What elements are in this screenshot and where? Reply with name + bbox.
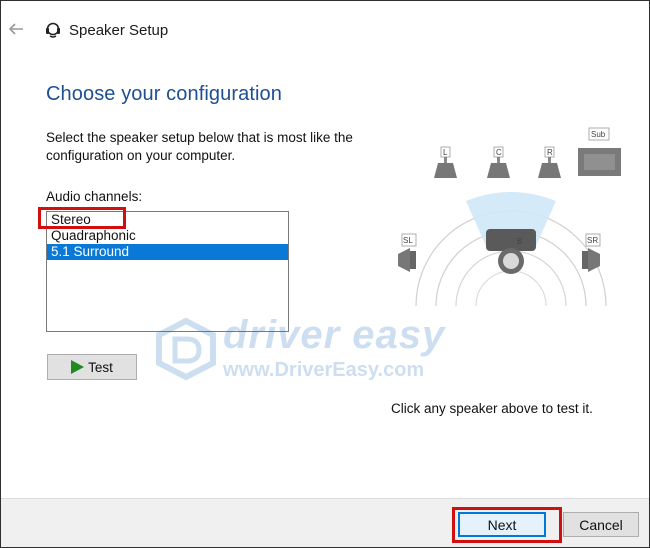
test-button-label: Test — [88, 359, 113, 375]
speaker-test-hint: Click any speaker above to test it. — [391, 401, 593, 416]
channel-item-5-1-surround[interactable]: 5.1 Surround — [47, 244, 288, 260]
speaker-setup-window: Speaker Setup Choose your configuration … — [0, 0, 650, 548]
cancel-button-label: Cancel — [579, 516, 623, 533]
speaker-setup-icon — [46, 22, 60, 38]
speaker-front-right-label: R — [547, 148, 553, 157]
room-arc-inner — [475, 270, 547, 307]
speaker-surround-left[interactable]: SL — [398, 233, 417, 272]
speaker-subwoofer[interactable]: Sub — [578, 127, 621, 176]
play-icon — [71, 360, 85, 374]
next-button[interactable]: Next — [458, 512, 546, 537]
test-button[interactable]: Test — [47, 354, 137, 380]
channel-item-stereo[interactable]: Stereo — [47, 212, 288, 228]
back-arrow-icon[interactable] — [7, 21, 25, 37]
audio-channels-label: Audio channels: — [46, 189, 143, 204]
speaker-front-left-label: L — [443, 148, 448, 157]
speaker-center-label: C — [496, 148, 502, 157]
speaker-surround-left-label: SL — [403, 236, 413, 245]
next-button-label: Next — [487, 516, 517, 533]
speaker-diagram: B L C R Sub SL SR — [398, 127, 621, 307]
speaker-center[interactable]: C — [487, 146, 510, 178]
listener-chair — [486, 229, 536, 251]
dialog-footer — [1, 498, 649, 547]
page-description: Select the speaker setup below that is m… — [46, 130, 353, 163]
page-heading: Choose your configuration — [46, 83, 282, 105]
speaker-surround-right[interactable]: SR — [582, 233, 601, 272]
speaker-subwoofer-label: Sub — [591, 130, 606, 139]
title-bar: Speaker Setup — [1, 1, 649, 57]
speaker-front-left[interactable]: L — [434, 146, 457, 178]
speaker-front-right[interactable]: R — [538, 146, 561, 178]
rear-label: B — [517, 237, 522, 246]
audio-channels-list[interactable]: Stereo Quadraphonic 5.1 Surround — [46, 211, 289, 332]
speaker-surround-right-label: SR — [587, 236, 598, 245]
channel-item-quadraphonic[interactable]: Quadraphonic — [47, 228, 288, 244]
cancel-button[interactable]: Cancel — [563, 512, 639, 537]
watermark-url: www.DriverEasy.com — [223, 359, 425, 381]
window-title: Speaker Setup — [69, 22, 169, 39]
